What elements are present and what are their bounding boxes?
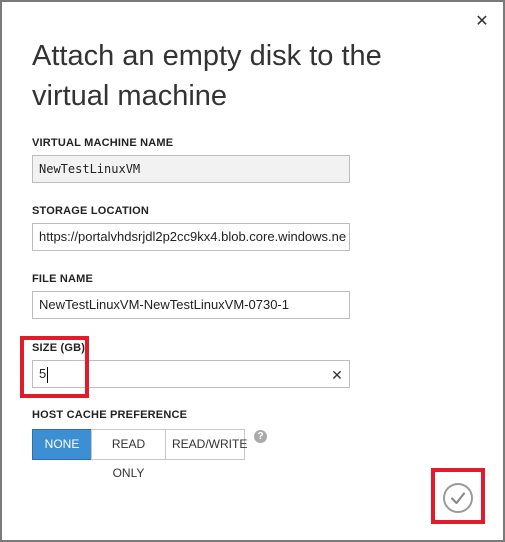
vm-name-label: VIRTUAL MACHINE NAME (32, 137, 174, 149)
dialog: ✕ Attach an empty disk to the virtual ma… (0, 0, 505, 542)
storage-location-field[interactable]: https://portalvhdsrjdl2p2cc9kx4.blob.cor… (32, 223, 350, 251)
file-name-label: FILE NAME (32, 273, 94, 285)
clear-icon[interactable]: ✕ (330, 368, 344, 382)
cache-option-read-only[interactable]: READ ONLY (91, 429, 166, 480)
checkmark-glyph (450, 492, 466, 505)
size-highlight-box (20, 336, 89, 398)
help-icon[interactable]: ? (254, 430, 267, 443)
cache-segmented-control: NONE READ ONLY READ/WRITE (32, 429, 247, 480)
cache-option-none[interactable]: NONE (32, 429, 92, 460)
dialog-title: Attach an empty disk to the virtual mach… (32, 40, 382, 112)
checkmark-icon[interactable] (443, 483, 473, 513)
storage-location-label: STORAGE LOCATION (32, 205, 150, 217)
close-icon[interactable]: ✕ (472, 12, 492, 32)
cache-option-read-write[interactable]: READ/WRITE (165, 429, 247, 460)
vm-name-field: NewTestLinuxVM (32, 155, 350, 183)
file-name-field[interactable]: NewTestLinuxVM-NewTestLinuxVM-0730-1 (32, 291, 350, 319)
cache-label: HOST CACHE PREFERENCE (32, 409, 188, 421)
